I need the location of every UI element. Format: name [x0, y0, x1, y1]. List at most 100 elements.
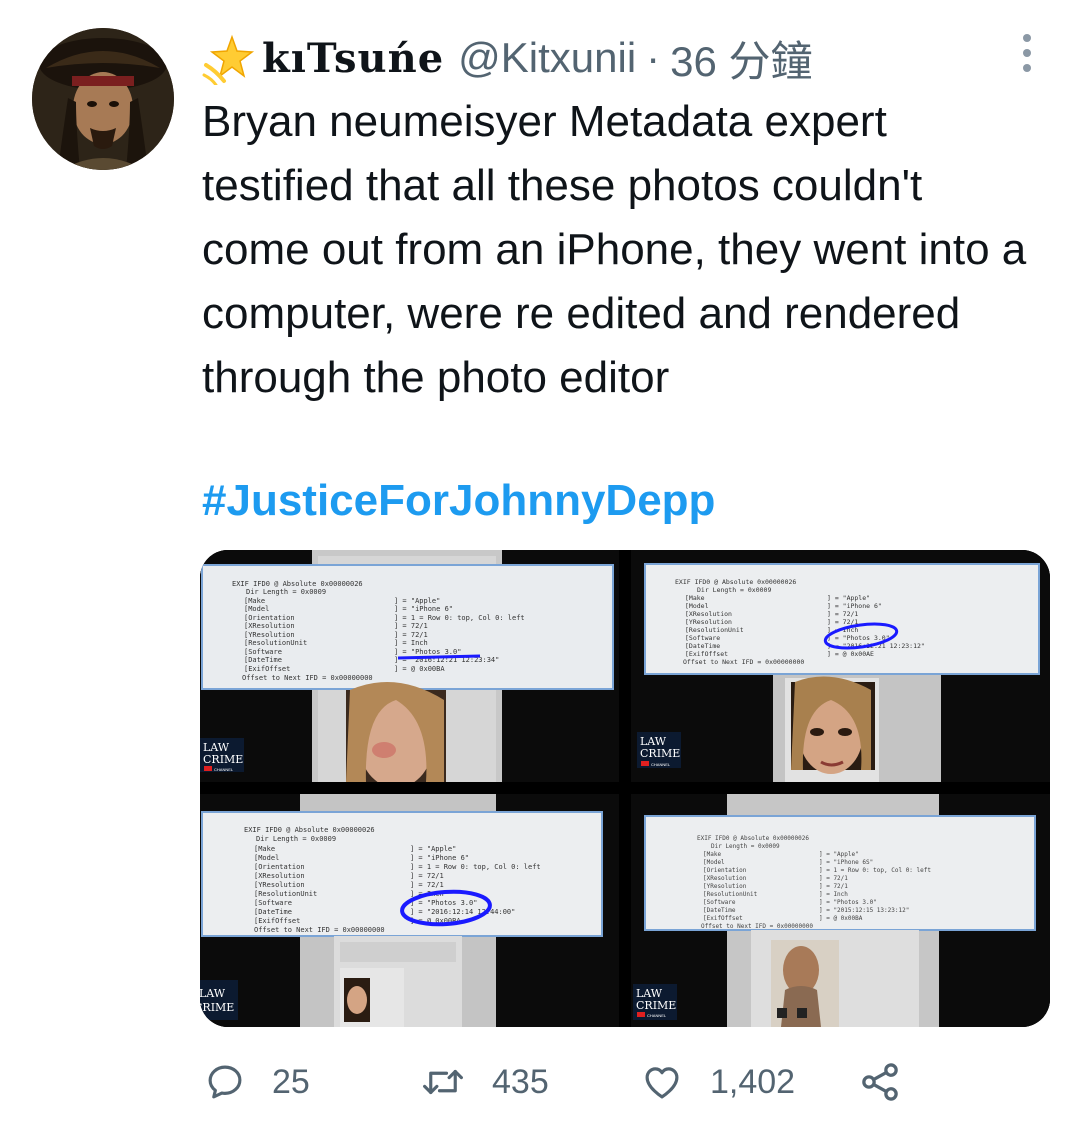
exif-key: [DateTime: [244, 656, 282, 664]
exif-key: [Software: [254, 899, 292, 907]
exif-header: EXIF IFD0 @ Absolute 0x00000026: [232, 580, 363, 588]
exif-value: ] = "iPhone 6": [827, 602, 882, 610]
exif-dir-length: Dir Length = 0x0009: [697, 586, 771, 594]
watermark-channel: CHANNEL: [647, 1013, 667, 1018]
exif-value: ] = "Photos 3.0": [410, 899, 477, 907]
watermark-crime: CRIME: [203, 753, 243, 766]
exif-key: [Software: [703, 899, 736, 906]
media-image-3[interactable]: EXIF IFD0 @ Absolute 0x00000026 Dir Leng…: [200, 794, 619, 1027]
reply-button[interactable]: 25: [204, 1054, 310, 1110]
retweet-icon: [423, 1069, 463, 1095]
software-underline-marker: [397, 654, 481, 660]
exif-value: ] = "2015:12:15 13:23:12": [819, 907, 909, 914]
watermark-crime: CRIME: [200, 1001, 234, 1014]
tweet-text: Bryan neumeisyer Metadata expert testifi…: [202, 97, 1039, 402]
more-options-icon[interactable]: [1014, 34, 1040, 72]
watermark-crime: CRIME: [636, 999, 676, 1012]
exif-value: ] = @ 0x00BA: [394, 665, 445, 673]
exif-value: ] = "iPhone 6S": [819, 859, 873, 866]
watermark-law: LAW: [200, 987, 226, 1000]
exif-key: [DateTime: [685, 642, 720, 650]
exif-value: ] = "Photos 3.0": [819, 899, 877, 906]
exif-offset: Offset to Next IFD = 0x00000000: [242, 674, 373, 682]
exif-header: EXIF IFD0 @ Absolute 0x00000026: [244, 826, 375, 834]
exif-key: [YResolution: [703, 883, 747, 890]
exif-value: ] = @ 0x00BA: [819, 915, 863, 922]
exif-key: [Model: [685, 602, 709, 610]
user-handle[interactable]: @Kitxunii: [458, 34, 636, 82]
exif-value: ] = Inch: [394, 639, 428, 647]
exif-value: ] = 72/1: [819, 883, 848, 890]
exif-key: [Orientation: [254, 863, 305, 871]
media-image-2[interactable]: EXIF IFD0 @ Absolute 0x00000026 Dir Leng…: [631, 550, 1050, 782]
display-name[interactable]: kıTsuńe: [262, 35, 444, 82]
exif-key: [Model: [254, 854, 279, 862]
exif-key: [ExifOffset: [703, 915, 743, 922]
timestamp[interactable]: 36 分鐘: [670, 28, 812, 89]
reply-count: 25: [272, 1062, 310, 1101]
exif-value: ] = 1 = Row 0: top, Col 0: left: [394, 614, 525, 622]
action-bar: 25 435 1,402: [0, 1054, 1080, 1110]
media-image-1[interactable]: EXIF IFD0 @ Absolute 0x00000026 Dir Leng…: [200, 550, 619, 782]
exif-offset: Offset to Next IFD = 0x00000000: [701, 923, 813, 930]
exif-dir-length: Dir Length = 0x0009: [256, 835, 336, 843]
exif-key: [ExifOffset: [685, 650, 728, 658]
exif-key: [Make: [244, 597, 265, 605]
exif-key: [Model: [703, 859, 725, 866]
exif-value: ] = @ 0x00AE: [827, 650, 874, 658]
sparkle-star-icon: [202, 34, 255, 85]
watermark-channel: CHANNEL: [214, 767, 234, 772]
retweet-count: 435: [492, 1062, 549, 1101]
header-separator: ·: [646, 34, 661, 81]
exif-key: [ExifOffset: [244, 665, 290, 673]
exif-offset: Offset to Next IFD = 0x00000000: [254, 926, 385, 934]
media-grid: EXIF IFD0 @ Absolute 0x00000026 Dir Leng…: [200, 550, 1050, 1027]
exif-key: [XResolution: [244, 622, 295, 630]
exif-offset: Offset to Next IFD = 0x00000000: [683, 658, 804, 666]
exif-key: [ResolutionUnit: [685, 626, 744, 634]
exif-key: [XResolution: [685, 610, 732, 618]
avatar[interactable]: [32, 28, 174, 170]
exif-value: ] = "Photos 3.0": [827, 634, 890, 642]
exif-value: ] = 72/1: [819, 875, 848, 882]
exif-header: EXIF IFD0 @ Absolute 0x00000026: [675, 578, 796, 586]
hashtag-link[interactable]: #JusticeForJohnnyDepp: [202, 476, 715, 526]
reply-icon: [208, 1065, 242, 1099]
exif-value: ] = "iPhone 6": [410, 854, 469, 862]
exif-value: ] = "Apple": [394, 597, 440, 605]
exif-key: [Software: [244, 648, 282, 656]
exif-key: [DateTime: [254, 908, 292, 916]
exif-key: [Make: [254, 845, 275, 853]
share-icon: [862, 1063, 898, 1101]
exif-value: ] = "iPhone 6": [394, 605, 453, 613]
retweet-button[interactable]: 435: [420, 1054, 549, 1110]
exif-value: ] = 1 = Row 0: top, Col 0: left: [819, 867, 931, 874]
exif-value: ] = Inch: [819, 891, 848, 898]
exif-key: [ResolutionUnit: [703, 891, 758, 898]
exif-value: ] = "Apple": [410, 845, 456, 853]
exif-value: ] = 72/1: [410, 881, 444, 889]
exif-value: ] = 1 = Row 0: top, Col 0: left: [410, 863, 541, 871]
watermark-crime: CRIME: [640, 747, 680, 760]
exif-value: ] = "Photos 3.0": [394, 648, 461, 656]
exif-value: ] = 72/1: [827, 610, 858, 618]
exif-key: [YResolution: [685, 618, 732, 626]
exif-value: ] = "Apple": [827, 594, 870, 602]
exif-key: [ResolutionUnit: [244, 639, 307, 647]
exif-dir-length: Dir Length = 0x0009: [246, 588, 326, 596]
share-button[interactable]: [858, 1054, 928, 1110]
media-image-4[interactable]: EXIF IFD0 @ Absolute 0x00000026 Dir Leng…: [631, 794, 1050, 1027]
exif-key: [XResolution: [254, 872, 305, 880]
exif-key: [ExifOffset: [254, 917, 300, 925]
exif-key: [Make: [703, 851, 721, 858]
like-button[interactable]: 1,402: [640, 1054, 795, 1110]
exif-value: ] = "2016:12:14 12:44:00": [410, 908, 515, 916]
exif-key: [XResolution: [703, 875, 747, 882]
exif-value: ] = 72/1: [394, 622, 428, 630]
exif-key: [ResolutionUnit: [254, 890, 317, 898]
exif-key: [YResolution: [254, 881, 305, 889]
like-count: 1,402: [710, 1062, 796, 1101]
exif-value: ] = "Apple": [819, 851, 859, 858]
exif-key: [Orientation: [703, 867, 747, 874]
exif-key: [Software: [685, 634, 720, 642]
